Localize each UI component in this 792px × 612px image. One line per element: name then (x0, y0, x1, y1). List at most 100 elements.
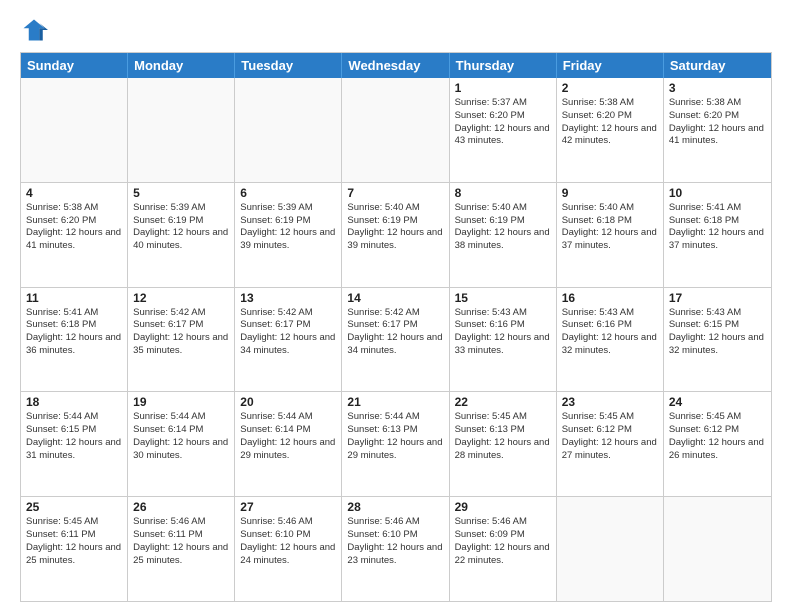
day-number: 25 (26, 500, 122, 514)
day-number: 9 (562, 186, 658, 200)
day-number: 6 (240, 186, 336, 200)
day-cell-13: 13 Sunrise: 5:42 AMSunset: 6:17 PMDayligh… (235, 288, 342, 392)
day-cell-27: 27 Sunrise: 5:46 AMSunset: 6:10 PMDayligh… (235, 497, 342, 601)
day-info: Sunrise: 5:42 AMSunset: 6:17 PMDaylight:… (133, 307, 229, 358)
day-cell-empty-4-6 (664, 497, 771, 601)
day-number: 23 (562, 395, 658, 409)
day-cell-11: 11 Sunrise: 5:41 AMSunset: 6:18 PMDayligh… (21, 288, 128, 392)
day-info: Sunrise: 5:45 AMSunset: 6:11 PMDaylight:… (26, 516, 122, 567)
day-cell-3: 3 Sunrise: 5:38 AMSunset: 6:20 PMDaylight… (664, 78, 771, 182)
day-number: 19 (133, 395, 229, 409)
logo-icon (20, 16, 48, 44)
day-cell-10: 10 Sunrise: 5:41 AMSunset: 6:18 PMDayligh… (664, 183, 771, 287)
day-cell-5: 5 Sunrise: 5:39 AMSunset: 6:19 PMDaylight… (128, 183, 235, 287)
day-number: 21 (347, 395, 443, 409)
day-info: Sunrise: 5:44 AMSunset: 6:14 PMDaylight:… (240, 411, 336, 462)
calendar-row-3: 11 Sunrise: 5:41 AMSunset: 6:18 PMDayligh… (21, 287, 771, 392)
day-number: 11 (26, 291, 122, 305)
day-info: Sunrise: 5:38 AMSunset: 6:20 PMDaylight:… (26, 202, 122, 253)
day-number: 3 (669, 81, 766, 95)
day-cell-16: 16Sunrise: 5:43 AMSunset: 6:16 PMDayligh… (557, 288, 664, 392)
day-cell-1: 1 Sunrise: 5:37 AMSunset: 6:20 PMDaylight… (450, 78, 557, 182)
day-cell-18: 18 Sunrise: 5:44 AMSunset: 6:15 PMDayligh… (21, 392, 128, 496)
day-info: Sunrise: 5:38 AMSunset: 6:20 PMDaylight:… (669, 97, 766, 148)
day-info: Sunrise: 5:37 AMSunset: 6:20 PMDaylight:… (455, 97, 551, 148)
day-number: 8 (455, 186, 551, 200)
calendar-row-5: 25 Sunrise: 5:45 AMSunset: 6:11 PMDayligh… (21, 496, 771, 601)
day-cell-22: 22 Sunrise: 5:45 AMSunset: 6:13 PMDayligh… (450, 392, 557, 496)
calendar-row-2: 4 Sunrise: 5:38 AMSunset: 6:20 PMDaylight… (21, 182, 771, 287)
day-number: 10 (669, 186, 766, 200)
day-number: 28 (347, 500, 443, 514)
day-number: 17 (669, 291, 766, 305)
day-number: 5 (133, 186, 229, 200)
day-cell-empty-0-1 (128, 78, 235, 182)
day-number: 18 (26, 395, 122, 409)
day-number: 1 (455, 81, 551, 95)
day-info: Sunrise: 5:45 AMSunset: 6:13 PMDaylight:… (455, 411, 551, 462)
day-cell-25: 25 Sunrise: 5:45 AMSunset: 6:11 PMDayligh… (21, 497, 128, 601)
day-info: Sunrise: 5:45 AMSunset: 6:12 PMDaylight:… (562, 411, 658, 462)
day-number: 12 (133, 291, 229, 305)
day-cell-23: 23 Sunrise: 5:45 AMSunset: 6:12 PMDayligh… (557, 392, 664, 496)
day-info: Sunrise: 5:42 AMSunset: 6:17 PMDaylight:… (240, 307, 336, 358)
day-info: Sunrise: 5:39 AMSunset: 6:19 PMDaylight:… (240, 202, 336, 253)
day-number: 2 (562, 81, 658, 95)
day-number: 7 (347, 186, 443, 200)
day-cell-9: 9Sunrise: 5:40 AMSunset: 6:18 PMDaylight… (557, 183, 664, 287)
day-cell-28: 28 Sunrise: 5:46 AMSunset: 6:10 PMDayligh… (342, 497, 449, 601)
day-cell-4: 4 Sunrise: 5:38 AMSunset: 6:20 PMDaylight… (21, 183, 128, 287)
day-number: 22 (455, 395, 551, 409)
day-info: Sunrise: 5:38 AMSunset: 6:20 PMDaylight:… (562, 97, 658, 148)
day-cell-empty-0-2 (235, 78, 342, 182)
day-info: Sunrise: 5:46 AMSunset: 6:09 PMDaylight:… (455, 516, 551, 567)
day-cell-6: 6 Sunrise: 5:39 AMSunset: 6:19 PMDaylight… (235, 183, 342, 287)
calendar-body: 1 Sunrise: 5:37 AMSunset: 6:20 PMDaylight… (21, 78, 771, 601)
day-number: 20 (240, 395, 336, 409)
day-cell-8: 8 Sunrise: 5:40 AMSunset: 6:19 PMDaylight… (450, 183, 557, 287)
day-cell-2: 2 Sunrise: 5:38 AMSunset: 6:20 PMDaylight… (557, 78, 664, 182)
day-cell-empty-0-0 (21, 78, 128, 182)
day-info: Sunrise: 5:41 AMSunset: 6:18 PMDaylight:… (26, 307, 122, 358)
day-info: Sunrise: 5:40 AMSunset: 6:19 PMDaylight:… (347, 202, 443, 253)
header-cell-saturday: Saturday (664, 53, 771, 78)
day-info: Sunrise: 5:46 AMSunset: 6:10 PMDaylight:… (347, 516, 443, 567)
day-number: 15 (455, 291, 551, 305)
day-info: Sunrise: 5:46 AMSunset: 6:10 PMDaylight:… (240, 516, 336, 567)
day-cell-19: 19 Sunrise: 5:44 AMSunset: 6:14 PMDayligh… (128, 392, 235, 496)
day-cell-21: 21 Sunrise: 5:44 AMSunset: 6:13 PMDayligh… (342, 392, 449, 496)
day-cell-empty-4-5 (557, 497, 664, 601)
day-info: Sunrise: 5:39 AMSunset: 6:19 PMDaylight:… (133, 202, 229, 253)
day-info: Sunrise: 5:44 AMSunset: 6:15 PMDaylight:… (26, 411, 122, 462)
day-info: Sunrise: 5:42 AMSunset: 6:17 PMDaylight:… (347, 307, 443, 358)
day-info: Sunrise: 5:45 AMSunset: 6:12 PMDaylight:… (669, 411, 766, 462)
day-number: 24 (669, 395, 766, 409)
day-cell-26: 26 Sunrise: 5:46 AMSunset: 6:11 PMDayligh… (128, 497, 235, 601)
day-cell-20: 20 Sunrise: 5:44 AMSunset: 6:14 PMDayligh… (235, 392, 342, 496)
day-info: Sunrise: 5:40 AMSunset: 6:19 PMDaylight:… (455, 202, 551, 253)
day-cell-15: 15Sunrise: 5:43 AMSunset: 6:16 PMDayligh… (450, 288, 557, 392)
header-cell-wednesday: Wednesday (342, 53, 449, 78)
header-cell-thursday: Thursday (450, 53, 557, 78)
header-cell-tuesday: Tuesday (235, 53, 342, 78)
calendar-row-1: 1 Sunrise: 5:37 AMSunset: 6:20 PMDaylight… (21, 78, 771, 182)
calendar: SundayMondayTuesdayWednesdayThursdayFrid… (20, 52, 772, 602)
day-info: Sunrise: 5:41 AMSunset: 6:18 PMDaylight:… (669, 202, 766, 253)
day-info: Sunrise: 5:44 AMSunset: 6:14 PMDaylight:… (133, 411, 229, 462)
day-number: 26 (133, 500, 229, 514)
day-cell-17: 17 Sunrise: 5:43 AMSunset: 6:15 PMDayligh… (664, 288, 771, 392)
day-info: Sunrise: 5:46 AMSunset: 6:11 PMDaylight:… (133, 516, 229, 567)
day-cell-7: 7 Sunrise: 5:40 AMSunset: 6:19 PMDaylight… (342, 183, 449, 287)
day-cell-24: 24 Sunrise: 5:45 AMSunset: 6:12 PMDayligh… (664, 392, 771, 496)
day-number: 27 (240, 500, 336, 514)
day-cell-12: 12 Sunrise: 5:42 AMSunset: 6:17 PMDayligh… (128, 288, 235, 392)
day-cell-14: 14Sunrise: 5:42 AMSunset: 6:17 PMDayligh… (342, 288, 449, 392)
day-info: Sunrise: 5:44 AMSunset: 6:13 PMDaylight:… (347, 411, 443, 462)
header-cell-sunday: Sunday (21, 53, 128, 78)
calendar-header-row: SundayMondayTuesdayWednesdayThursdayFrid… (21, 53, 771, 78)
logo (20, 16, 52, 44)
day-number: 4 (26, 186, 122, 200)
day-number: 29 (455, 500, 551, 514)
day-number: 13 (240, 291, 336, 305)
day-info: Sunrise: 5:43 AMSunset: 6:15 PMDaylight:… (669, 307, 766, 358)
